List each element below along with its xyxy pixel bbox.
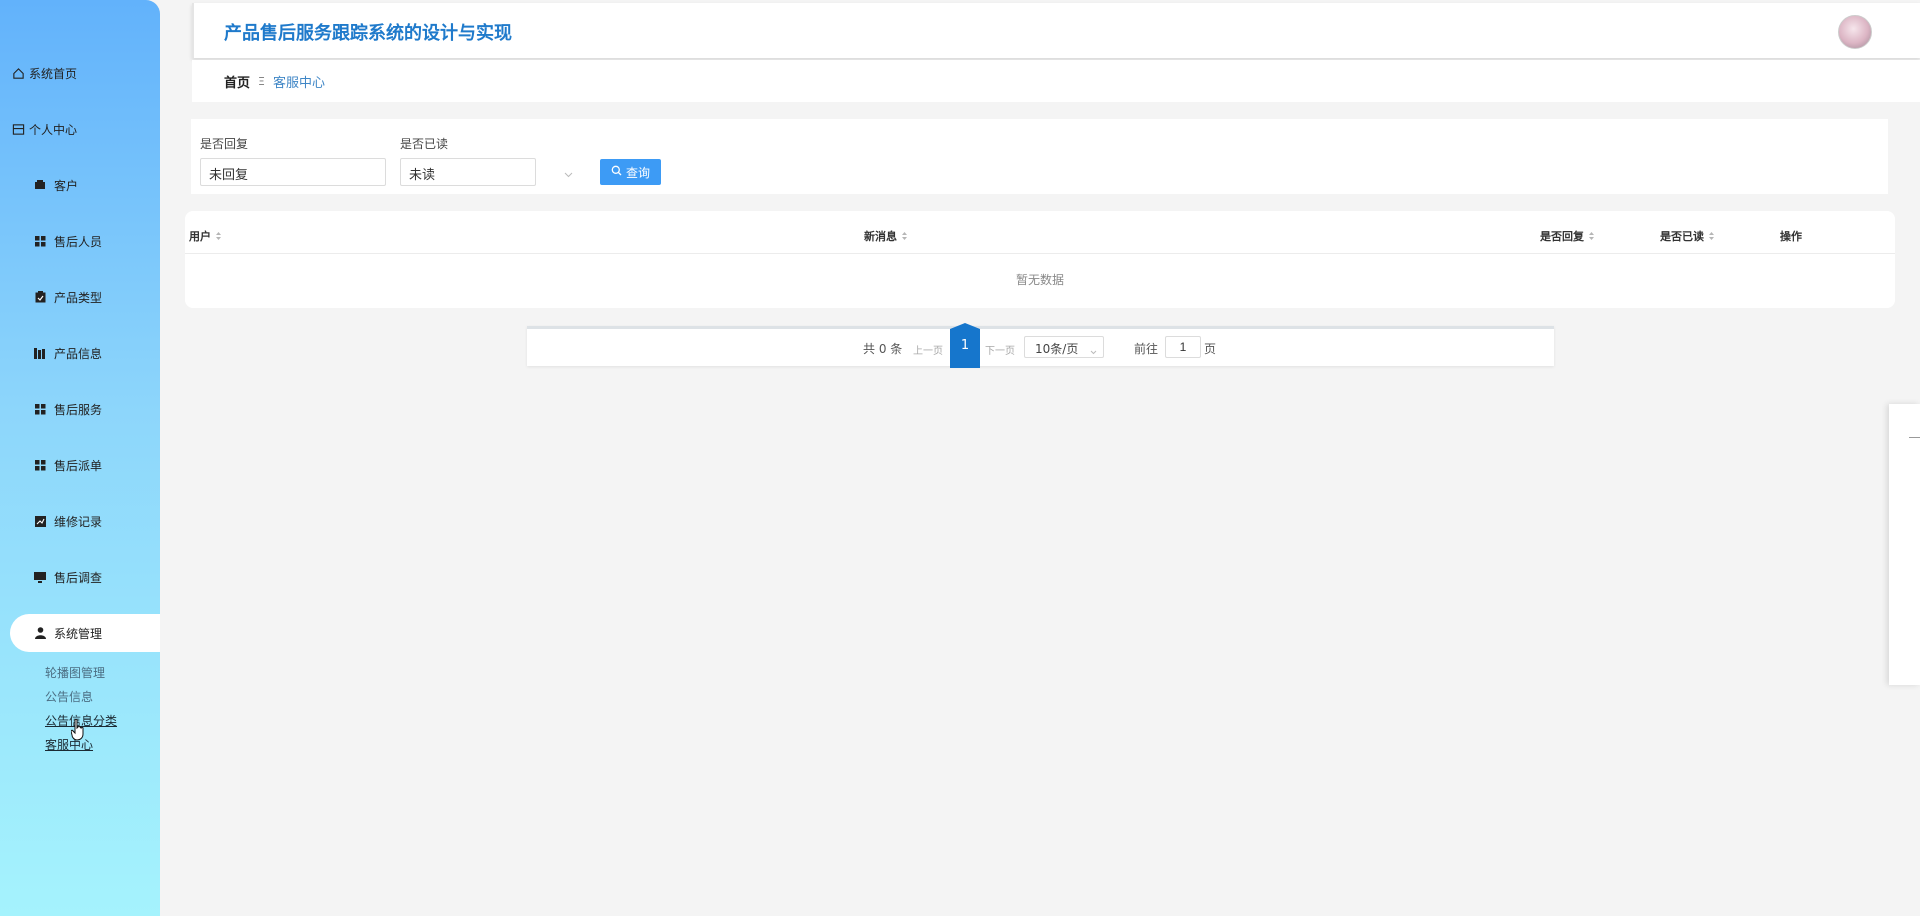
breadcrumb: 首页 Ξ 客服中心 <box>224 72 325 91</box>
read-filter-label: 是否已读 <box>400 137 449 151</box>
sidebar-item-repair-records[interactable]: 维修记录 <box>10 502 160 540</box>
chart-icon <box>32 515 48 527</box>
avatar[interactable] <box>1838 15 1872 49</box>
empty-state-text: 暂无数据 <box>1015 273 1064 287</box>
sidebar-item-label: 维修记录 <box>54 514 103 529</box>
search-button-label: 查询 <box>625 165 650 180</box>
library-icon <box>32 347 48 359</box>
clipboard-icon <box>32 291 48 303</box>
grid-icon <box>32 459 48 471</box>
side-floating-panel[interactable] <box>1889 404 1920 685</box>
column-header-new-message[interactable]: 新消息 <box>864 228 908 244</box>
page-number-current[interactable]: 1 <box>950 323 980 368</box>
hand-cursor-icon <box>70 718 85 745</box>
sidebar-item-product-info[interactable]: 产品信息 <box>10 334 160 372</box>
top-header: 产品售后服务跟踪系统的设计与实现 <box>192 3 1920 58</box>
column-label: 是否已读 <box>1660 230 1704 243</box>
search-filter-panel: 是否回复 未回复 是否已读 未读 查询 <box>191 119 1888 194</box>
home-icon <box>10 67 26 80</box>
replied-select[interactable]: 未回复 <box>200 158 423 186</box>
grid-icon <box>32 403 48 415</box>
column-header-replied[interactable]: 是否回复 <box>1540 228 1595 244</box>
column-header-actions: 操作 <box>1780 228 1802 244</box>
data-table: 用户 新消息 是否回复 是否已读 操作 暂无数据 <box>185 211 1895 308</box>
submenu-item-customer-service[interactable]: 客服中心 <box>45 736 93 753</box>
sort-icon[interactable] <box>215 231 222 241</box>
grid-icon <box>32 235 48 247</box>
sidebar-item-label: 售后服务 <box>54 402 103 417</box>
wallet-icon <box>32 179 48 191</box>
column-label: 用户 <box>189 230 211 243</box>
sidebar-item-label: 客户 <box>54 178 79 193</box>
column-label: 新消息 <box>864 230 897 243</box>
page-size-select[interactable]: 10条/页 <box>1024 336 1104 358</box>
breadcrumb-current: 客服中心 <box>272 76 325 91</box>
profile-icon <box>10 123 26 136</box>
pagination-total: 共 0 条 <box>863 342 903 356</box>
chevron-down-icon <box>564 167 573 182</box>
page-size-value: 10条/页 <box>1035 342 1079 356</box>
panel-divider <box>1909 437 1920 438</box>
sidebar-item-label: 产品信息 <box>54 346 103 361</box>
search-button[interactable]: 查询 <box>600 159 661 185</box>
sidebar-item-after-sales-service[interactable]: 售后服务 <box>10 390 160 428</box>
column-header-read[interactable]: 是否已读 <box>1660 228 1715 244</box>
sidebar-item-label: 售后调查 <box>54 570 103 585</box>
sort-icon[interactable] <box>901 231 908 241</box>
sidebar: 系统首页 个人中心 客户 售后人员 产品类型 产品信息 售后服务 售后派单 维修… <box>0 0 160 916</box>
goto-label: 前往 <box>1134 342 1159 356</box>
sidebar-item-label: 售后派单 <box>54 458 103 473</box>
submenu-item-carousel[interactable]: 轮播图管理 <box>45 664 105 681</box>
sidebar-item-dispatch[interactable]: 售后派单 <box>10 446 160 484</box>
sidebar-item-label: 个人中心 <box>29 122 78 137</box>
submenu-item-announcements[interactable]: 公告信息 <box>45 688 93 705</box>
read-select[interactable]: 未读 <box>400 158 573 186</box>
sidebar-item-after-sales-staff[interactable]: 售后人员 <box>10 222 160 260</box>
sort-icon[interactable] <box>1708 231 1715 241</box>
sidebar-item-system-management[interactable]: 系统管理 <box>10 614 160 652</box>
column-label: 是否回复 <box>1540 230 1584 243</box>
sidebar-item-label: 系统首页 <box>29 66 78 81</box>
breadcrumb-bar: 首页 Ξ 客服中心 <box>192 60 1920 102</box>
column-header-user[interactable]: 用户 <box>189 228 222 244</box>
sidebar-item-label: 产品类型 <box>54 290 103 305</box>
replied-select-value: 未回复 <box>209 168 249 183</box>
header-divider <box>185 253 1895 254</box>
breadcrumb-home[interactable]: 首页 <box>224 72 250 91</box>
sidebar-item-product-type[interactable]: 产品类型 <box>10 278 160 316</box>
user-icon <box>32 627 48 639</box>
column-label: 操作 <box>1780 230 1802 243</box>
replied-filter-label: 是否回复 <box>200 137 249 151</box>
app-title: 产品售后服务跟踪系统的设计与实现 <box>224 23 512 44</box>
sidebar-item-survey[interactable]: 售后调查 <box>10 558 160 596</box>
read-select-value: 未读 <box>409 168 436 183</box>
prev-page-button[interactable]: 上一页 <box>913 342 943 357</box>
sidebar-item-personal-center[interactable]: 个人中心 <box>10 110 160 148</box>
sidebar-item-label: 售后人员 <box>54 234 103 249</box>
breadcrumb-separator-icon: Ξ <box>258 75 265 88</box>
monitor-icon <box>32 571 48 583</box>
chevron-down-icon <box>1090 344 1097 358</box>
sidebar-item-customer[interactable]: 客户 <box>10 166 160 204</box>
sidebar-item-label: 系统管理 <box>54 626 103 641</box>
pagination: 共 0 条 上一页 1 下一页 10条/页 前往 页 <box>527 323 1554 368</box>
goto-page-input[interactable] <box>1165 336 1201 358</box>
sort-icon[interactable] <box>1588 231 1595 241</box>
sidebar-item-home[interactable]: 系统首页 <box>10 54 160 92</box>
search-icon <box>611 165 622 179</box>
page-suffix: 页 <box>1204 342 1217 356</box>
next-page-button[interactable]: 下一页 <box>985 342 1015 357</box>
